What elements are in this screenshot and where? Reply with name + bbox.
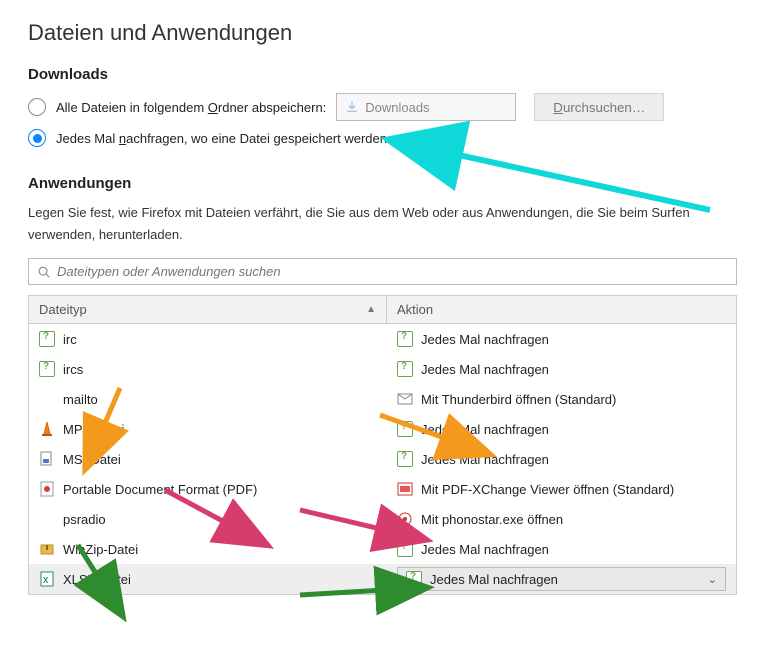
download-path-input[interactable]: Downloads [336, 93, 516, 121]
action-label: Mit PDF-XChange Viewer öffnen (Standard) [421, 482, 674, 497]
filetype-cell: WinZip-Datei [29, 541, 387, 557]
ask-icon [397, 331, 413, 347]
filetype-label: ircs [63, 362, 83, 377]
action-label: Jedes Mal nachfragen [421, 362, 549, 377]
ask-icon [397, 451, 413, 467]
radio-always-ask-label[interactable]: Jedes Mal nachfragen, wo eine Datei gesp… [56, 131, 410, 146]
table-row[interactable]: X XLSX-Datei Jedes Mal nachfragen⌄ [29, 564, 736, 594]
action-cell[interactable]: Jedes Mal nachfragen [387, 451, 736, 467]
column-header-filetype[interactable]: Dateityp ▲ [29, 296, 387, 323]
action-cell[interactable]: Mit Thunderbird öffnen (Standard) [387, 391, 736, 407]
filetype-label: psradio [63, 512, 106, 527]
page-title: Dateien und Anwendungen [28, 20, 737, 46]
chevron-down-icon: ⌄ [708, 573, 717, 586]
action-label: Jedes Mal nachfragen [421, 452, 549, 467]
applications-description: Legen Sie fest, wie Firefox mit Dateien … [28, 202, 737, 246]
applications-section: Anwendungen Legen Sie fest, wie Firefox … [28, 175, 737, 595]
filetype-cell: mailto [29, 391, 387, 407]
radio-save-folder-label[interactable]: Alle Dateien in folgendem Ordner abspeic… [56, 100, 326, 115]
svg-text:X: X [43, 576, 49, 585]
table-row[interactable]: MSI-Datei Jedes Mal nachfragen [29, 444, 736, 474]
table-row[interactable]: irc Jedes Mal nachfragen [29, 324, 736, 354]
ask-icon [397, 541, 413, 557]
action-cell[interactable]: Jedes Mal nachfragen [387, 421, 736, 437]
filetype-cell: X XLSX-Datei [29, 571, 387, 587]
pdf-file-icon [39, 481, 55, 497]
filetype-cell: irc [29, 331, 387, 347]
action-cell[interactable]: Jedes Mal nachfragen [387, 331, 736, 347]
downloads-section: Downloads Alle Dateien in folgendem Ordn… [28, 66, 737, 147]
ask-icon [397, 421, 413, 437]
sort-arrow-icon: ▲ [366, 304, 376, 315]
vlc-icon [39, 421, 55, 437]
action-select[interactable]: Jedes Mal nachfragen⌄ [397, 567, 726, 591]
ask-icon [39, 361, 55, 377]
downloads-heading: Downloads [28, 66, 737, 83]
column-header-action[interactable]: Aktion [387, 296, 736, 323]
filetype-label: mailto [63, 392, 98, 407]
pdfxchange-icon [397, 481, 413, 497]
table-row[interactable]: ircs Jedes Mal nachfragen [29, 354, 736, 384]
filetype-cell: Portable Document Format (PDF) [29, 481, 387, 497]
filetype-label: irc [63, 332, 77, 347]
winzip-icon [39, 541, 55, 557]
applications-heading: Anwendungen [28, 175, 737, 192]
download-path-value: Downloads [365, 100, 429, 115]
table-row[interactable]: WinZip-Datei Jedes Mal nachfragen [29, 534, 736, 564]
radio-save-folder[interactable] [28, 98, 46, 116]
radio-always-ask[interactable] [28, 129, 46, 147]
ask-icon [397, 361, 413, 377]
filetype-label: WinZip-Datei [63, 542, 138, 557]
ask-icon [39, 331, 55, 347]
action-cell[interactable]: Mit PDF-XChange Viewer öffnen (Standard) [387, 481, 736, 497]
action-label: Jedes Mal nachfragen [430, 572, 708, 587]
action-cell[interactable]: Mit phonostar.exe öffnen [387, 511, 736, 527]
action-label: Jedes Mal nachfragen [421, 542, 549, 557]
filetype-label: XLSX-Datei [63, 572, 131, 587]
table-header: Dateityp ▲ Aktion [29, 296, 736, 324]
filetype-cell: psradio [29, 511, 387, 527]
filetype-search-input[interactable] [57, 264, 728, 279]
filetype-search[interactable] [28, 258, 737, 285]
search-icon [37, 265, 51, 279]
xlsx-file-icon: X [39, 571, 55, 587]
filetype-label: Portable Document Format (PDF) [63, 482, 257, 497]
table-row[interactable]: MP4-Datei Jedes Mal nachfragen [29, 414, 736, 444]
action-cell[interactable]: Jedes Mal nachfragen⌄ [387, 567, 736, 591]
filetype-table: Dateityp ▲ Aktion irc Jedes Mal nachfrage… [28, 295, 737, 595]
phonostar-icon [397, 511, 413, 527]
filetype-cell: MSI-Datei [29, 451, 387, 467]
ask-icon [406, 571, 422, 587]
browse-button[interactable]: Durchsuchen… [534, 93, 664, 121]
filetype-label: MP4-Datei [63, 422, 124, 437]
action-cell[interactable]: Jedes Mal nachfragen [387, 361, 736, 377]
filetype-cell: ircs [29, 361, 387, 377]
download-arrow-icon [345, 100, 359, 114]
action-label: Jedes Mal nachfragen [421, 422, 549, 437]
action-cell[interactable]: Jedes Mal nachfragen [387, 541, 736, 557]
action-label: Jedes Mal nachfragen [421, 332, 549, 347]
msi-file-icon [39, 451, 55, 467]
action-label: Mit Thunderbird öffnen (Standard) [421, 392, 616, 407]
action-label: Mit phonostar.exe öffnen [421, 512, 563, 527]
blank-icon [39, 391, 55, 407]
blank-icon [39, 511, 55, 527]
filetype-label: MSI-Datei [63, 452, 121, 467]
table-row[interactable]: psradio Mit phonostar.exe öffnen [29, 504, 736, 534]
filetype-cell: MP4-Datei [29, 421, 387, 437]
table-row[interactable]: Portable Document Format (PDF) Mit PDF-XC… [29, 474, 736, 504]
thunderbird-icon [397, 391, 413, 407]
table-row[interactable]: mailto Mit Thunderbird öffnen (Standard) [29, 384, 736, 414]
